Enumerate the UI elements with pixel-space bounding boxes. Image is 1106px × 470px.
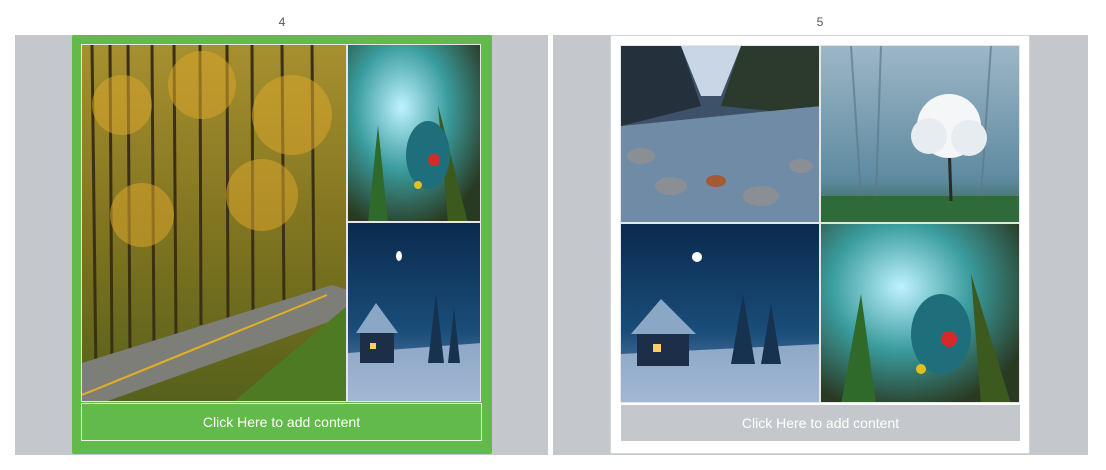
moonlit-cabin-photo bbox=[620, 223, 820, 403]
moonlit-cabin-photo bbox=[347, 222, 481, 402]
layout-4-card[interactable]: Click Here to add content bbox=[72, 35, 492, 454]
layout-5-number: 5 bbox=[816, 15, 824, 29]
add-content-button[interactable]: Click Here to add content bbox=[620, 404, 1021, 442]
mountain-river-photo bbox=[620, 45, 820, 223]
layout-5-card[interactable]: Click Here to add content bbox=[610, 35, 1030, 454]
misty-white-tree-photo bbox=[820, 45, 1020, 223]
peacock-fantasy-photo bbox=[820, 223, 1020, 403]
peacock-fantasy-photo bbox=[347, 44, 481, 222]
forest-road-photo bbox=[81, 44, 347, 402]
add-content-button[interactable]: Click Here to add content bbox=[81, 403, 482, 441]
layout-4-number: 4 bbox=[278, 15, 286, 29]
